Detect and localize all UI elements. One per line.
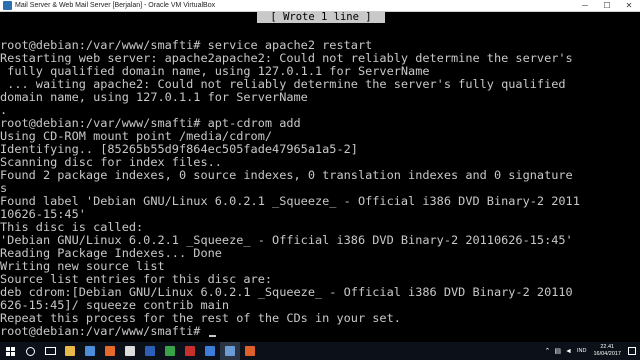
terminal-cursor (208, 335, 216, 337)
terminal-line: Using CD-ROM mount point /media/cdrom/ (0, 130, 273, 143)
terminal-line: deb cdrom:[Debian GNU/Linux 6.0.2.1 _Squ… (0, 286, 573, 299)
terminal-line: Found 2 package indexes, 0 source indexe… (0, 169, 573, 182)
start-button[interactable] (0, 342, 20, 360)
clock-time: 22.41 (600, 344, 615, 350)
blue-app-icon (205, 346, 215, 356)
terminal-line: Writing new source list (0, 260, 165, 273)
orange-app-icon (245, 346, 255, 356)
chrome-icon (125, 346, 135, 356)
taskbar-app-button[interactable] (240, 342, 260, 360)
terminal-output: root@debian:/var/www/smafti# service apa… (0, 39, 640, 338)
volume-icon[interactable]: ◄ (565, 348, 572, 355)
word-icon (145, 346, 155, 356)
clock[interactable]: 22.41 16/04/2017 (593, 344, 621, 358)
store-icon (85, 346, 95, 356)
search-button[interactable] (20, 342, 40, 360)
taskbar-app-button[interactable] (120, 342, 140, 360)
maximize-button[interactable]: ☐ (596, 0, 618, 12)
minimize-button[interactable]: ─ (574, 0, 596, 12)
terminal-line: Found label 'Debian GNU/Linux 6.0.2.1 _S… (0, 195, 580, 208)
task-view-button[interactable] (40, 342, 60, 360)
taskbar-pinned-apps (60, 342, 260, 360)
terminal-line: 'Debian GNU/Linux 6.0.2.1 _Squeeze_ - Of… (0, 234, 573, 247)
terminal-line: ... waiting apache2: Could not reliably … (0, 78, 566, 91)
terminal-screen[interactable]: [ Wrote 1 line ] root@debian:/var/www/sm… (0, 12, 640, 342)
terminal-line: fully qualified domain name, using 127.0… (0, 65, 430, 78)
search-icon (25, 346, 35, 356)
nano-status-message: [ Wrote 1 line ] (257, 12, 385, 23)
window-controls: ─ ☐ ✕ (574, 0, 640, 12)
terminal-line: Identifying.. [85265b55d9f864ec505fade47… (0, 143, 358, 156)
network-icon[interactable]: ▤ (554, 347, 561, 355)
windows-logo-icon (5, 346, 15, 356)
taskbar-app-button[interactable] (200, 342, 220, 360)
notification-icon[interactable] (628, 347, 636, 355)
taskbar: ⌃ ▤ ◄ IND 22.41 16/04/2017 (0, 342, 640, 360)
filezilla-icon (185, 346, 195, 356)
terminal-line: root@debian:/var/www/smafti# apt-cdrom a… (0, 117, 301, 130)
terminal-line: Repeat this process for the rest of the … (0, 312, 401, 325)
terminal-line: 10626-15:45' (0, 208, 86, 221)
terminal-line: This disc is called: (0, 221, 144, 234)
window-title-bar: Mail Server & Web Mail Server [Berjalan]… (0, 0, 640, 12)
taskbar-app-button[interactable] (180, 342, 200, 360)
virtualbox-app-icon (3, 1, 12, 10)
window-title: Mail Server & Web Mail Server [Berjalan]… (15, 1, 216, 9)
terminal-line: Reading Package Indexes... Done (0, 247, 222, 260)
terminal-line: root@debian:/var/www/smafti# (0, 325, 640, 338)
clock-date: 16/04/2017 (593, 351, 621, 357)
terminal-line: Scanning disc for index files.. (0, 156, 222, 169)
taskbar-app-button[interactable] (80, 342, 100, 360)
terminal-line: 626-15:45]/ squeeze contrib main (0, 299, 230, 312)
taskbar-app-button[interactable] (160, 342, 180, 360)
terminal-line: Source list entries for this disc are: (0, 273, 273, 286)
green-app-icon (165, 346, 175, 356)
terminal-line: . (0, 104, 8, 117)
chevron-up-icon[interactable]: ⌃ (545, 347, 551, 355)
terminal-line: domain name, using 127.0.1.1 for ServerN… (0, 91, 308, 104)
task-view-icon (44, 347, 56, 355)
firefox-icon (105, 346, 115, 356)
terminal-line: root@debian:/var/www/smafti# service apa… (0, 39, 373, 52)
input-language[interactable]: IND (577, 348, 586, 354)
taskbar-app-button[interactable] (100, 342, 120, 360)
file-explorer-icon (65, 346, 75, 356)
taskbar-app-button[interactable] (140, 342, 160, 360)
terminal-line: Restarting web server: apache2apache2: C… (0, 52, 573, 65)
taskbar-app-button[interactable] (60, 342, 80, 360)
virtualbox-icon (225, 346, 235, 356)
terminal-line: s (0, 182, 8, 195)
system-tray: ⌃ ▤ ◄ IND 22.41 16/04/2017 (543, 342, 640, 360)
taskbar-app-button[interactable] (220, 342, 240, 360)
close-button[interactable]: ✕ (618, 0, 640, 12)
